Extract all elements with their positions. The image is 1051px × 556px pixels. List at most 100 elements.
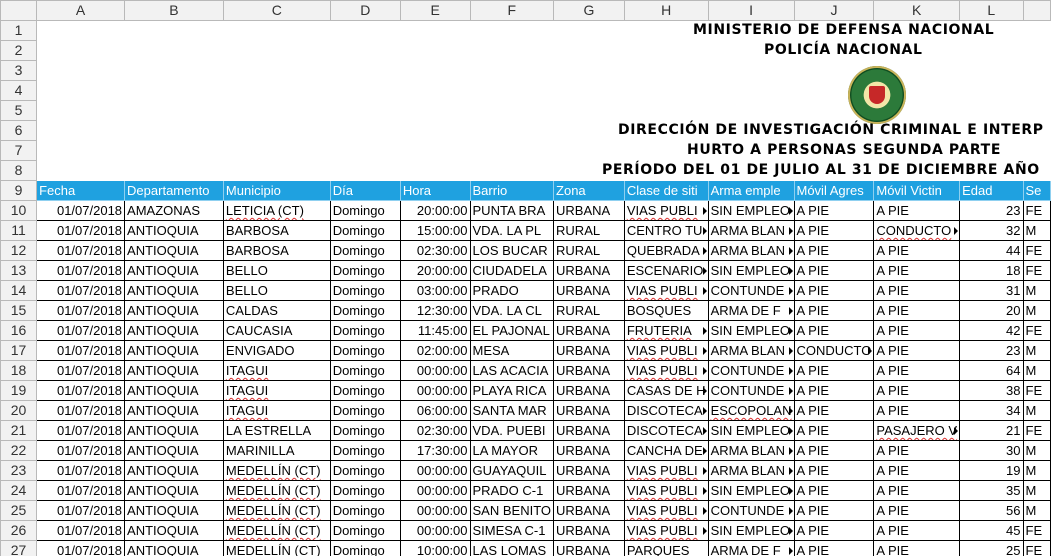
data-cell[interactable]: 01/07/2018	[36, 360, 126, 381]
header-cell[interactable]: Zona	[553, 180, 625, 201]
cell[interactable]	[624, 61, 708, 81]
row-header[interactable]: 6	[0, 120, 38, 141]
select-all-corner[interactable]	[0, 0, 38, 21]
data-cell[interactable]: ENVIGADO	[222, 340, 331, 361]
data-cell[interactable]: A PIE	[873, 460, 961, 481]
data-cell[interactable]: ANTIOQUIA	[124, 540, 224, 556]
data-cell[interactable]: Domingo	[329, 220, 401, 241]
data-cell[interactable]: MEDELLÍN (CT)	[222, 520, 331, 541]
data-cell[interactable]: LETICIA (CT)	[222, 200, 331, 221]
cell[interactable]	[37, 121, 125, 141]
row-header[interactable]: 15	[0, 300, 38, 321]
data-cell[interactable]: 01/07/2018	[36, 200, 126, 221]
data-cell[interactable]: M	[1022, 280, 1051, 301]
row-header[interactable]: 21	[0, 420, 38, 441]
cell[interactable]	[223, 21, 330, 41]
data-cell[interactable]: A PIE	[793, 360, 875, 381]
data-cell[interactable]: M	[1022, 360, 1051, 381]
data-cell[interactable]: A PIE	[873, 500, 961, 521]
column-header-l[interactable]: L	[959, 0, 1024, 21]
row-header[interactable]: 22	[0, 440, 38, 461]
data-cell[interactable]: ANTIOQUIA	[124, 480, 224, 501]
cell[interactable]	[330, 141, 400, 161]
cell[interactable]	[554, 101, 625, 121]
data-cell[interactable]: URBANA	[553, 280, 625, 301]
cell[interactable]	[400, 101, 470, 121]
data-cell[interactable]: FRUTERIA	[623, 320, 709, 341]
data-cell[interactable]: VDA. LA PL	[469, 220, 555, 241]
data-cell[interactable]: VIAS PUBLI	[623, 340, 709, 361]
row-header[interactable]: 24	[0, 480, 38, 501]
data-cell[interactable]: ANTIOQUIA	[124, 340, 224, 361]
data-cell[interactable]: 44	[959, 240, 1024, 261]
data-cell[interactable]: SIN EMPLEO	[707, 480, 795, 501]
data-cell[interactable]: CAUCASIA	[222, 320, 331, 341]
data-cell[interactable]: BARBOSA	[222, 240, 331, 261]
cell[interactable]	[330, 81, 400, 101]
cell[interactable]	[330, 21, 400, 41]
data-cell[interactable]: Domingo	[329, 400, 401, 421]
data-cell[interactable]: A PIE	[793, 200, 875, 221]
data-cell[interactable]: ANTIOQUIA	[124, 380, 224, 401]
cell[interactable]	[330, 161, 400, 181]
data-cell[interactable]: CONTUNDE	[707, 280, 795, 301]
cell[interactable]	[37, 101, 125, 121]
data-cell[interactable]: 01/07/2018	[36, 540, 126, 556]
row-header[interactable]: 7	[0, 140, 38, 161]
header-cell[interactable]: Móvil Agres	[793, 180, 875, 201]
data-cell[interactable]: A PIE	[793, 440, 875, 461]
cell[interactable]	[960, 41, 1023, 61]
cell[interactable]	[624, 81, 708, 101]
data-cell[interactable]: 42	[959, 320, 1024, 341]
row-header[interactable]: 18	[0, 360, 38, 381]
data-cell[interactable]: 25	[959, 540, 1024, 556]
row-header[interactable]: 4	[0, 80, 38, 101]
cell[interactable]	[400, 161, 470, 181]
header-cell[interactable]: Móvil Victin	[873, 180, 961, 201]
data-cell[interactable]: GUAYAQUIL	[469, 460, 555, 481]
data-cell[interactable]: PRADO	[469, 280, 555, 301]
data-cell[interactable]: 01/07/2018	[36, 520, 126, 541]
data-cell[interactable]: 00:00:00	[399, 460, 471, 481]
data-cell[interactable]: 01/07/2018	[36, 440, 126, 461]
data-cell[interactable]: ANTIOQUIA	[124, 260, 224, 281]
row-header[interactable]: 1	[0, 20, 38, 41]
data-cell[interactable]: URBANA	[553, 420, 625, 441]
data-cell[interactable]: SIN EMPLEO	[707, 320, 795, 341]
cell[interactable]	[125, 141, 224, 161]
data-cell[interactable]: A PIE	[793, 380, 875, 401]
data-cell[interactable]: URBANA	[553, 520, 625, 541]
data-cell[interactable]: ANTIOQUIA	[124, 500, 224, 521]
data-cell[interactable]: URBANA	[553, 380, 625, 401]
data-cell[interactable]: ESCOPOLAN	[707, 400, 795, 421]
data-cell[interactable]: CONTUNDE	[707, 500, 795, 521]
cell[interactable]	[624, 101, 708, 121]
row-header[interactable]: 26	[0, 520, 38, 541]
data-cell[interactable]: FE	[1022, 200, 1051, 221]
cell[interactable]	[125, 121, 224, 141]
row-header[interactable]: 12	[0, 240, 38, 261]
row-header[interactable]: 16	[0, 320, 38, 341]
data-cell[interactable]: A PIE	[873, 480, 961, 501]
cell[interactable]	[554, 121, 625, 141]
data-cell[interactable]: Domingo	[329, 380, 401, 401]
cell[interactable]	[400, 61, 470, 81]
data-cell[interactable]: 01/07/2018	[36, 380, 126, 401]
header-cell[interactable]: Barrio	[469, 180, 555, 201]
data-cell[interactable]: ANTIOQUIA	[124, 320, 224, 341]
data-cell[interactable]: ARMA BLAN	[707, 220, 795, 241]
cell[interactable]	[330, 61, 400, 81]
cell[interactable]	[125, 101, 224, 121]
column-header-g[interactable]: G	[553, 0, 625, 21]
data-cell[interactable]: AMAZONAS	[124, 200, 224, 221]
data-cell[interactable]: Domingo	[329, 460, 401, 481]
data-cell[interactable]: Domingo	[329, 260, 401, 281]
data-cell[interactable]: MARINILLA	[222, 440, 331, 461]
header-cell[interactable]: Día	[329, 180, 401, 201]
data-cell[interactable]: Domingo	[329, 280, 401, 301]
header-cell[interactable]: Clase de siti	[623, 180, 709, 201]
cell[interactable]	[554, 21, 625, 41]
row-header[interactable]: 17	[0, 340, 38, 361]
data-cell[interactable]: 01/07/2018	[36, 480, 126, 501]
column-header-i[interactable]: I	[707, 0, 795, 21]
